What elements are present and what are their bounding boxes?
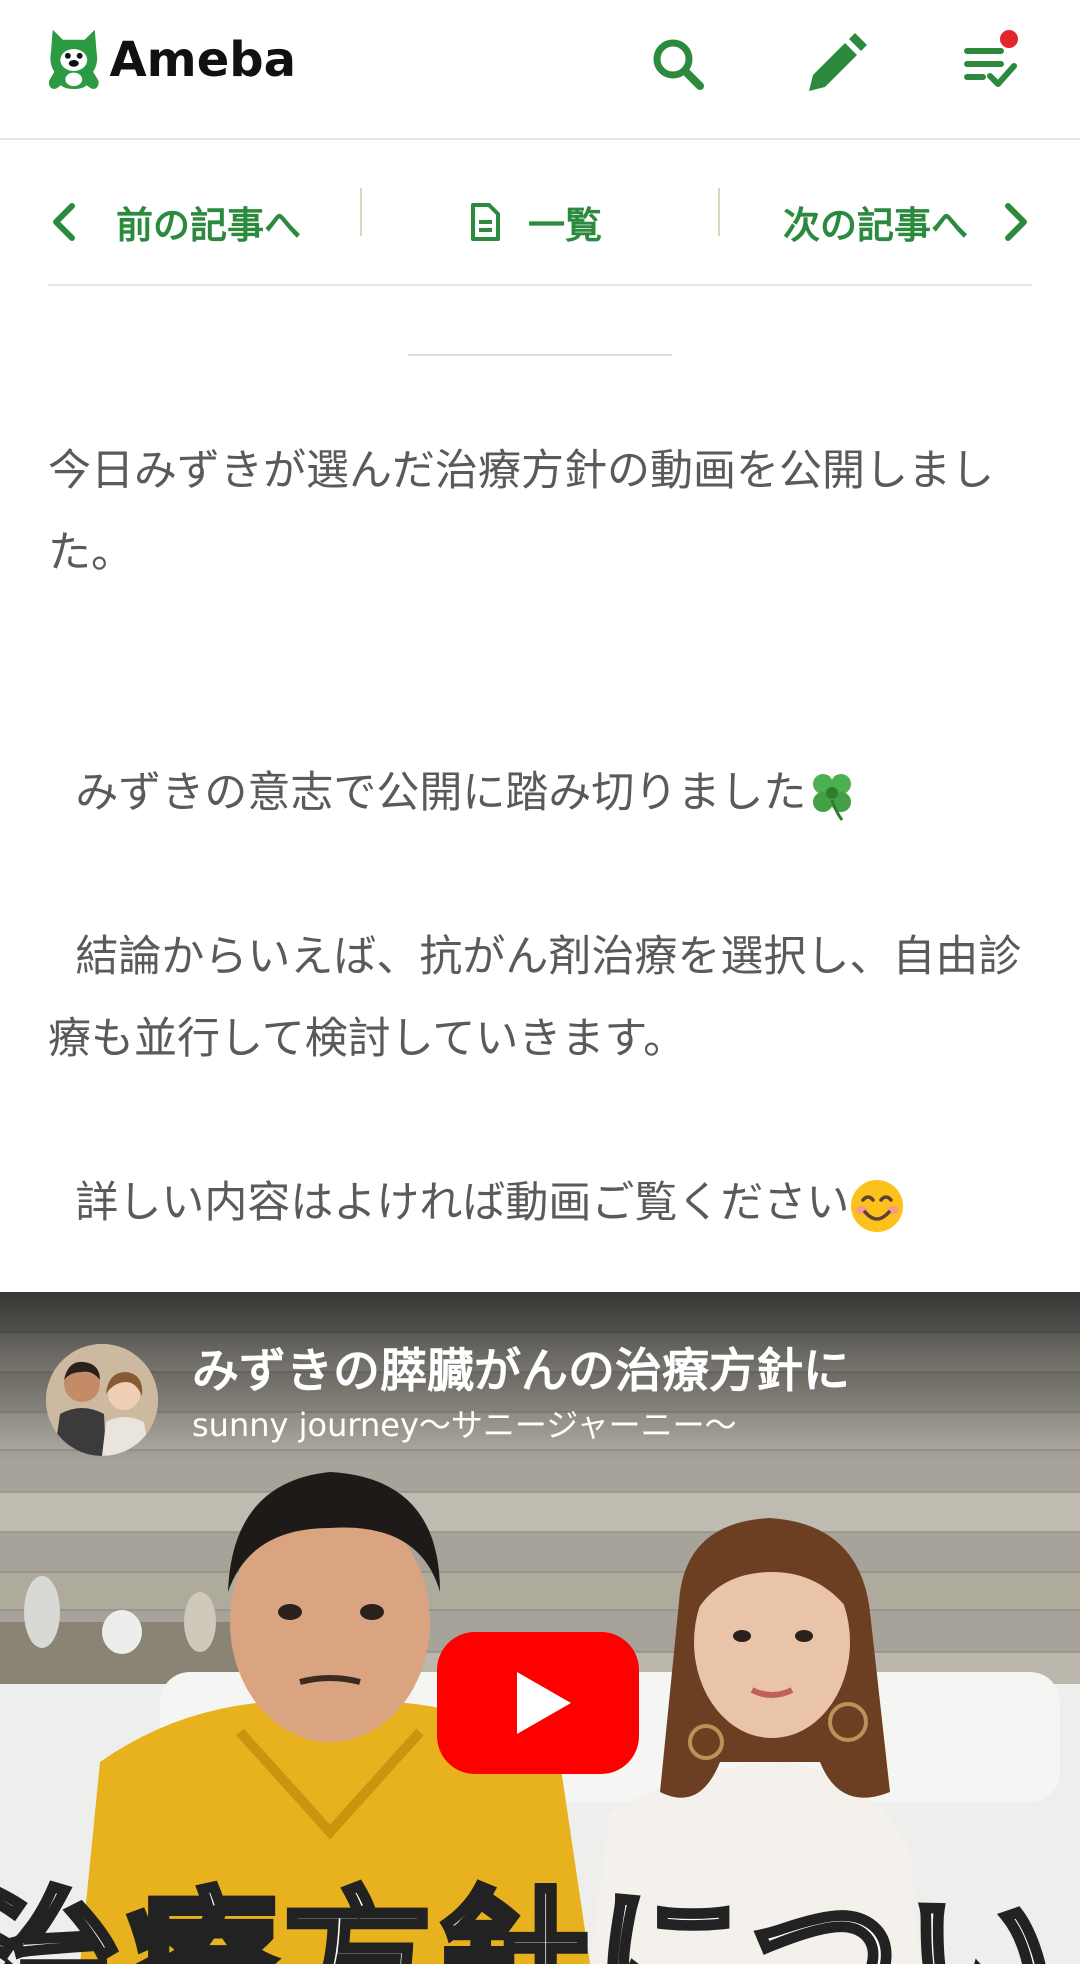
chevron-right-icon	[1005, 203, 1027, 241]
article-list-label: 一覧	[528, 204, 602, 247]
article-divider	[408, 354, 672, 356]
video-title[interactable]: みずきの膵臓がんの治療方針に	[192, 1332, 1032, 1401]
channel-avatar[interactable]	[46, 1344, 158, 1456]
prev-article-label: 前の記事へ	[116, 204, 301, 247]
pencil-icon	[809, 33, 867, 91]
four-leaf-clover-icon	[813, 773, 852, 821]
notification-dot	[998, 28, 1020, 50]
app-header: Ameba	[0, 0, 1080, 140]
youtube-play-button[interactable]	[437, 1632, 639, 1774]
video-caption-overlay: 治療方針につい	[0, 1872, 1063, 1964]
video-channel-name[interactable]: sunny journey〜サニージャーニー〜	[192, 1400, 737, 1446]
logo-text: Ameba	[109, 32, 296, 88]
nav-divider	[718, 188, 720, 236]
article-paragraph: 今日みずきが選んだ治療方針の動画を公開しました。	[48, 446, 994, 578]
article-paragraph: みずきの意志で公開に踏み切りました 結論からいえば、抗がん剤治療を選択し、自由診…	[48, 670, 1032, 1080]
channel-avatar-image	[46, 1344, 158, 1456]
feed-button[interactable]	[954, 28, 1026, 100]
search-icon	[653, 39, 704, 90]
next-article-link[interactable]: 次の記事へ	[783, 192, 1032, 252]
ameba-mascot-icon	[48, 29, 99, 90]
article-line: 詳しい内容はよければ動画ご覧ください	[75, 1178, 850, 1228]
youtube-video-embed[interactable]: みずきの膵臓がんの治療方針に sunny journey〜サニージャーニー〜 治…	[0, 1292, 1080, 1964]
smiling-face-icon	[851, 1179, 904, 1232]
chevron-left-icon	[53, 203, 75, 241]
nav-divider	[360, 188, 362, 236]
write-post-button[interactable]	[800, 28, 872, 100]
article-line: みずきの意志で公開に踏み切りました	[75, 768, 807, 818]
article-paragraph: 詳しい内容はよければ動画ご覧ください	[48, 1080, 1032, 1244]
document-icon	[471, 203, 500, 241]
next-article-label: 次の記事へ	[783, 204, 968, 247]
ameba-logo[interactable]: Ameba	[46, 20, 296, 100]
search-button[interactable]	[642, 28, 714, 100]
article-navigation: 前の記事へ 一覧 次の記事へ	[48, 170, 1032, 286]
article-list-link[interactable]: 一覧	[468, 192, 602, 252]
prev-article-link[interactable]: 前の記事へ	[48, 192, 301, 252]
article-line: 結論からいえば、抗がん剤治療を選択し、自由診療も並行して検討していきます。	[48, 932, 1022, 1064]
